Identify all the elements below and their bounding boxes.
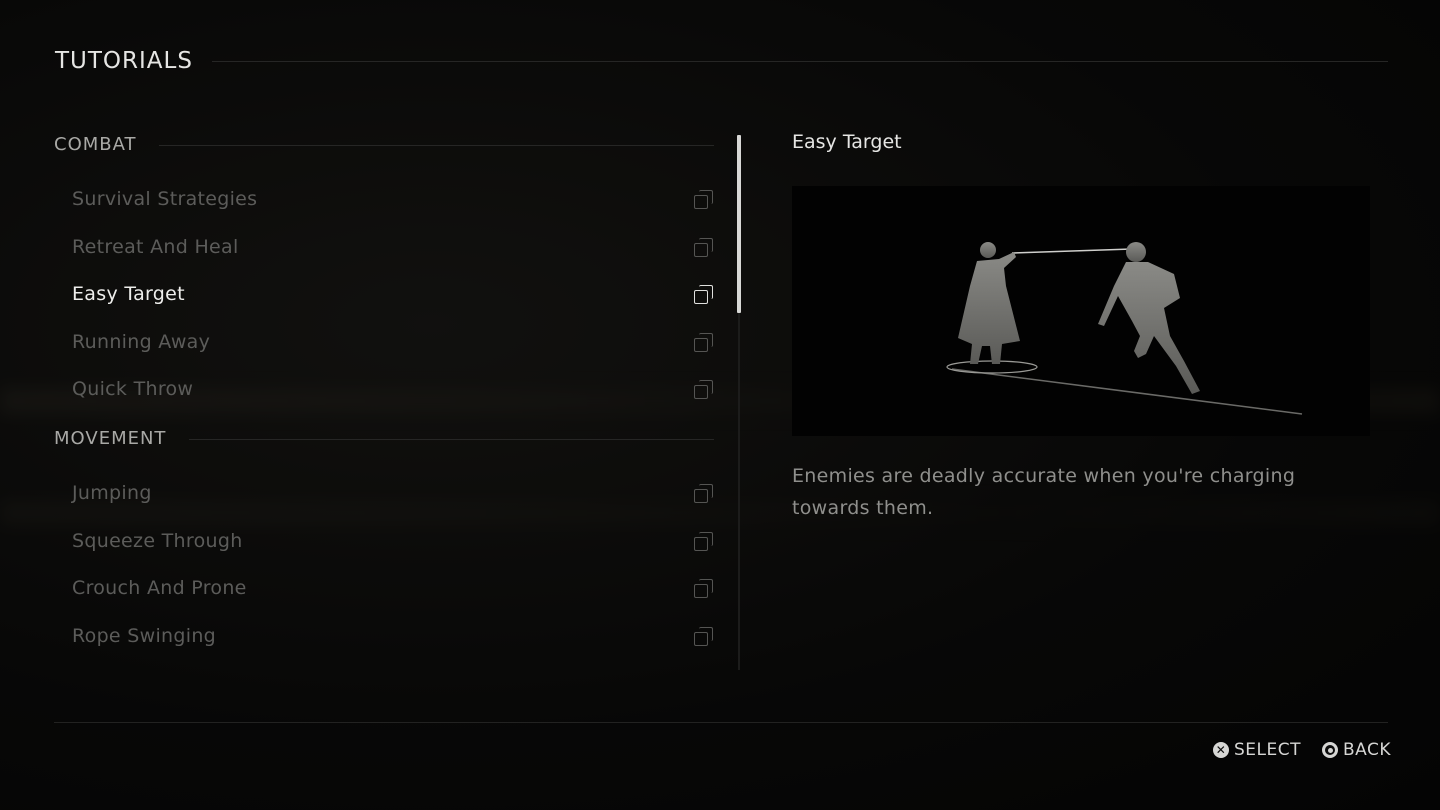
select-button[interactable]: ✕ SELECT [1213,740,1301,760]
back-button[interactable]: BACK [1322,740,1391,760]
footer-divider [54,722,1388,723]
item-label: Quick Throw [72,378,194,401]
tutorial-description: Enemies are deadly accurate when you're … [792,465,1296,519]
cross-button-icon: ✕ [1213,742,1229,758]
list-item[interactable]: Crouch And Prone [54,567,714,615]
list-item[interactable]: Jumping [54,472,714,520]
copy-icon [694,579,714,599]
enemy-figure [958,242,1020,364]
detail-title: Easy Target [792,131,902,153]
item-label: Survival Strategies [72,188,258,210]
copy-icon [694,190,714,210]
aim-line [1011,248,1133,254]
list-item[interactable]: Retreat And Heal [54,226,714,274]
item-label: Easy Target [72,283,185,306]
item-label: Rope Swinging [72,624,217,647]
illustration-figures [946,242,1303,415]
list-item[interactable]: Running Away [54,321,714,369]
copy-icon [694,285,714,305]
page-title: TUTORIALS [55,48,193,74]
list-item[interactable]: Quick Throw [54,368,714,416]
section-label: COMBAT [54,134,137,155]
list-item[interactable]: Rope Swinging [54,615,714,663]
copy-icon [694,531,714,552]
tutorial-illustration [792,186,1370,436]
back-label: BACK [1343,740,1392,760]
tutorial-list: COMBAT Survival Strategies Retreat And H… [54,130,714,685]
copy-icon [694,626,714,647]
item-label: Running Away [72,330,211,353]
copy-icon [694,380,714,400]
select-label: SELECT [1234,740,1301,760]
circle-button-icon [1322,742,1338,758]
list-item[interactable]: Squeeze Through [54,520,714,568]
section-header-combat: COMBAT [54,130,714,178]
player-figure [1098,242,1200,394]
list-item-selected[interactable]: Easy Target [54,273,714,321]
section-divider [159,145,714,146]
item-label: Jumping [72,481,152,504]
item-label: Squeeze Through [72,529,243,552]
list-item[interactable]: Survival Strategies [54,178,714,226]
title-divider [212,61,1388,62]
copy-icon [694,237,714,258]
scrollbar-thumb[interactable] [737,135,741,313]
copy-icon [694,483,714,504]
section-header-movement: MOVEMENT [54,416,714,472]
section-label: MOVEMENT [54,427,167,449]
item-label: Crouch And Prone [72,577,247,600]
section-divider [189,438,714,440]
copy-icon [694,332,714,353]
ground-line [951,368,1303,415]
item-label: Retreat And Heal [72,235,239,258]
